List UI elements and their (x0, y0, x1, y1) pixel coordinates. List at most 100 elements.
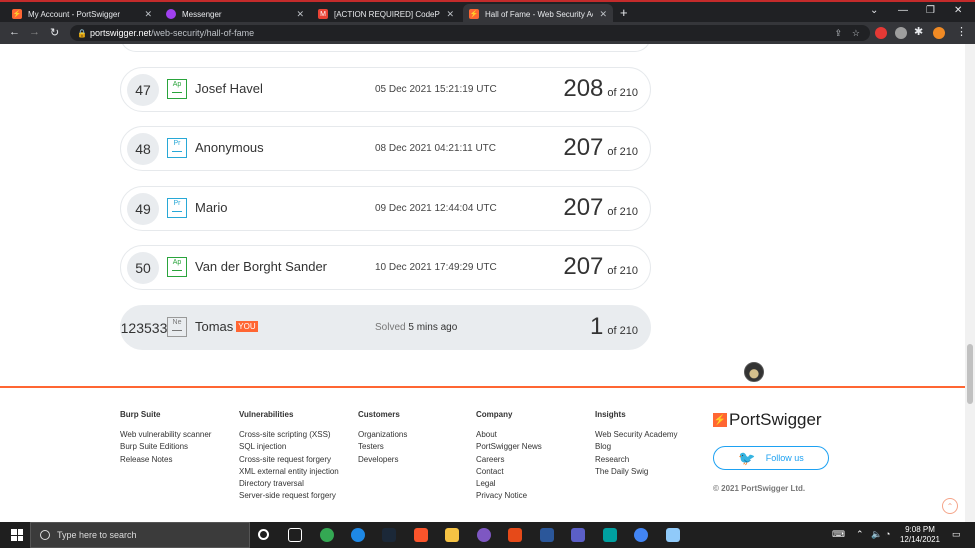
page-scrollbar[interactable] (965, 44, 975, 522)
new-tab-button[interactable]: + (620, 5, 628, 20)
discord-icon[interactable] (477, 528, 491, 542)
search-placeholder: Type here to search (57, 530, 137, 540)
scrollbar-thumb[interactable] (967, 344, 973, 404)
follow-us-button[interactable]: 🐦 Follow us (713, 446, 829, 470)
solved-time: 5 mins ago (408, 322, 458, 333)
app-icon[interactable] (603, 528, 617, 542)
level-practitioner-icon: Pr (167, 198, 187, 218)
task-view-icon[interactable] (288, 528, 302, 542)
footer-link[interactable]: Organizations (358, 429, 407, 441)
clock-time: 9:08 PM (905, 525, 935, 534)
footer-column-insights: Insights Web Security Academy Blog Resea… (595, 410, 678, 478)
teams-icon[interactable] (571, 528, 585, 542)
footer-link[interactable]: Server-side request forgery (239, 490, 339, 502)
portswigger-icon: ⚡ (469, 9, 479, 19)
tab-search-icon[interactable]: ⌄ (870, 5, 878, 16)
tab-hall-of-fame[interactable]: ⚡ Hall of Fame - Web Security Acad ✕ (463, 4, 613, 24)
bookmark-star-icon[interactable]: ☆ (852, 28, 860, 39)
file-explorer-icon[interactable] (445, 528, 459, 542)
footer-link[interactable]: Burp Suite Editions (120, 441, 211, 453)
footer-heading: Insights (595, 410, 626, 419)
tab-title: Hall of Fame - Web Security Acad (485, 9, 594, 19)
back-icon[interactable]: ← (9, 26, 20, 38)
tray-chevron-icon[interactable]: ⌃ (856, 529, 864, 540)
notifications-icon[interactable]: ▭ (952, 529, 961, 540)
tab-title: Messenger (182, 9, 222, 19)
footer-link[interactable]: Blog (595, 441, 678, 453)
footer-link[interactable]: About (476, 429, 542, 441)
footer-link[interactable]: Privacy Notice (476, 490, 542, 502)
current-user-name: Tomas (195, 319, 234, 334)
edge-icon[interactable] (351, 528, 365, 542)
footer-heading: Customers (358, 410, 400, 419)
tab-my-account[interactable]: ⚡ My Account - PortSwigger ✕ (6, 4, 158, 24)
you-badge: YOU (236, 321, 258, 332)
share-icon[interactable]: ⇪ (834, 28, 842, 39)
close-icon[interactable]: ✕ (144, 9, 152, 20)
volume-icon[interactable]: 🔈 (871, 529, 882, 540)
footer-column-vulnerabilities: Vulnerabilities Cross-site scripting (XS… (239, 410, 339, 503)
footer-link[interactable]: SQL injection (239, 441, 339, 453)
footer-link[interactable]: Legal (476, 478, 542, 490)
forward-icon[interactable]: → (29, 26, 40, 38)
url-host: portswigger.net (90, 28, 152, 38)
footer-link[interactable]: Release Notes (120, 454, 211, 466)
maximize-icon[interactable]: ❐ (926, 5, 935, 16)
leaderboard-row: 49 Pr Mario 09 Dec 2021 12:44:04 UTC 207… (120, 186, 651, 231)
taskbar-search[interactable]: Type here to search (30, 522, 250, 548)
footer-link[interactable]: Careers (476, 454, 542, 466)
reload-icon[interactable]: ↻ (50, 26, 59, 39)
extension-icon[interactable] (875, 27, 887, 39)
windows-start-icon[interactable] (11, 529, 23, 541)
chrome-profile-icon[interactable] (634, 528, 648, 542)
back-to-top-icon[interactable]: ⌃ (942, 498, 958, 514)
gmail-icon: M (318, 9, 328, 19)
close-icon[interactable]: ✕ (446, 9, 454, 20)
tab-gmail[interactable]: M [ACTION REQUIRED] CodePath a ✕ (312, 4, 460, 24)
steam-icon[interactable] (382, 528, 396, 542)
site-footer: Burp Suite Web vulnerability scanner Bur… (0, 386, 965, 522)
brave-icon[interactable] (414, 528, 428, 542)
network-icon[interactable]: ◔ (885, 529, 890, 539)
footer-link[interactable]: Testers (358, 441, 407, 453)
footer-link[interactable]: PortSwigger News (476, 441, 542, 453)
leaderboard-row: 50 Ap Van der Borght Sander 10 Dec 2021 … (120, 245, 651, 290)
footer-link[interactable]: Contact (476, 466, 542, 478)
tab-messenger[interactable]: Messenger ✕ (160, 4, 310, 24)
clock-date: 12/14/2021 (899, 535, 941, 544)
system-clock[interactable]: 9:08 PM 12/14/2021 (895, 525, 945, 545)
close-icon[interactable]: ✕ (296, 9, 304, 20)
footer-link[interactable]: The Daily Swig (595, 466, 678, 478)
footer-link[interactable]: Cross-site request forgery (239, 454, 339, 466)
footer-link[interactable]: Directory traversal (239, 478, 339, 490)
footer-link[interactable]: XML external entity injection (239, 466, 339, 478)
minimize-icon[interactable]: — (898, 5, 908, 16)
portswigger-logo[interactable]: ⚡ PortSwigger (713, 410, 822, 430)
address-bar[interactable]: 🔒 portswigger.net/web-security/hall-of-f… (70, 25, 870, 41)
extension-avatar-icon[interactable] (895, 27, 907, 39)
extensions-puzzle-icon[interactable]: ✱ (914, 25, 923, 38)
level-newcomer-icon: Ne (167, 317, 187, 337)
solved-date: 09 Dec 2021 12:44:04 UTC (375, 203, 497, 214)
keyboard-icon[interactable]: ⌨ (832, 529, 845, 540)
footer-link[interactable]: Developers (358, 454, 407, 466)
close-icon[interactable]: ✕ (599, 9, 607, 20)
word-icon[interactable] (540, 528, 554, 542)
floating-avatar[interactable] (744, 362, 764, 382)
score-total: of 210 (607, 206, 638, 218)
footer-link[interactable]: Cross-site scripting (XSS) (239, 429, 339, 441)
copyright: © 2021 PortSwigger Ltd. (713, 484, 806, 493)
office-icon[interactable] (508, 528, 522, 542)
menu-icon[interactable]: ⋮ (956, 25, 967, 38)
profile-avatar[interactable] (933, 27, 945, 39)
footer-link[interactable]: Research (595, 454, 678, 466)
footer-link[interactable]: Web vulnerability scanner (120, 429, 211, 441)
cortana-icon[interactable] (258, 529, 269, 540)
footer-column-customers: Customers Organizations Testers Develope… (358, 410, 407, 466)
messenger-icon (166, 9, 176, 19)
chrome-icon[interactable] (320, 528, 334, 542)
level-apprentice-icon: Ap (167, 79, 187, 99)
app-icon[interactable] (666, 528, 680, 542)
footer-link[interactable]: Web Security Academy (595, 429, 678, 441)
close-window-icon[interactable]: ✕ (954, 5, 962, 16)
